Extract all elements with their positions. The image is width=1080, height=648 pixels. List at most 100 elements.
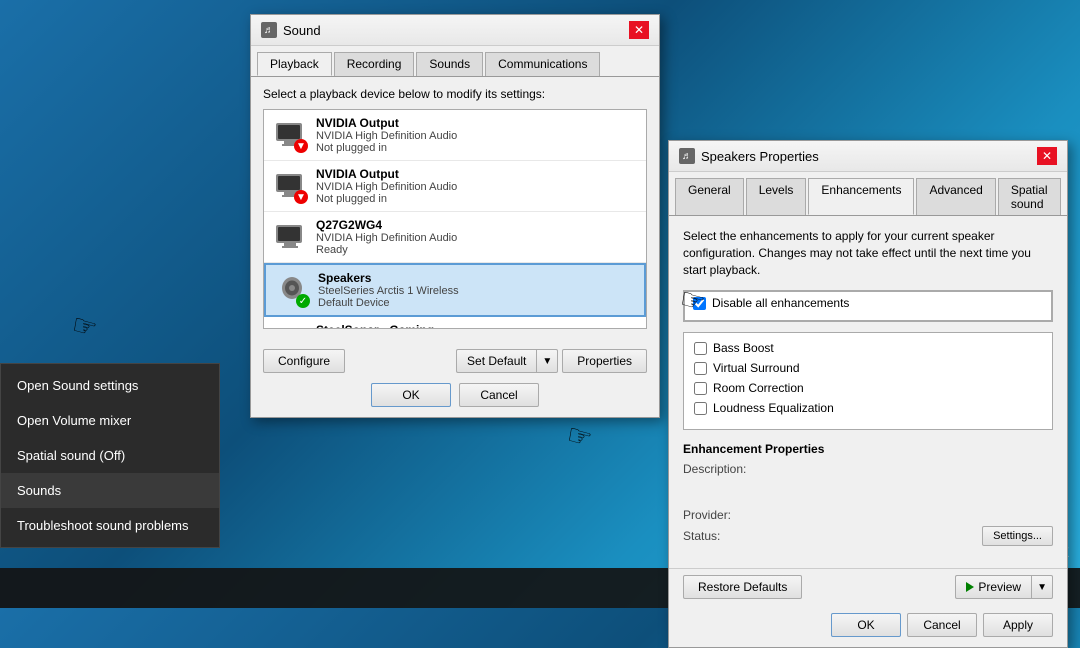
properties-button[interactable]: Properties [562, 349, 647, 373]
status-badge-1: ▼ [294, 139, 308, 153]
disable-all-label: Disable all enhancements [712, 296, 849, 310]
speakers-desc: Select the enhancements to apply for you… [683, 228, 1053, 278]
device-sub-4: SteelSeries Arctis 1 Wireless [318, 285, 636, 297]
enhancement-virtual-surround: Virtual Surround [694, 361, 1042, 375]
speakers-ok-cancel-apply: OK Cancel Apply [669, 609, 1067, 647]
sound-title-icon: ♬ [261, 22, 277, 38]
device-sub-3: NVIDIA High Definition Audio [316, 232, 638, 244]
loudness-eq-label: Loudness Equalization [713, 401, 834, 415]
speakers-ok-button[interactable]: OK [831, 613, 901, 637]
speakers-cancel-button[interactable]: Cancel [907, 613, 977, 637]
room-correction-checkbox[interactable] [694, 382, 707, 395]
speakers-dialog-title: Speakers Properties [701, 149, 819, 164]
context-menu-item-sounds[interactable]: Sounds [1, 473, 219, 508]
device-name-4: Speakers [318, 271, 636, 285]
device-icon-1: ▼ [272, 117, 308, 153]
device-status-2: Not plugged in [316, 193, 638, 205]
preview-arrow[interactable]: ▼ [1031, 575, 1053, 599]
set-default-split: Set Default ▼ [456, 349, 558, 373]
speakers-title-icon: ♬ [679, 148, 695, 164]
tab-advanced[interactable]: Advanced [916, 178, 995, 215]
device-icon-5 [272, 324, 308, 329]
settings-button[interactable]: Settings... [982, 526, 1053, 546]
device-list[interactable]: ▼ NVIDIA Output NVIDIA High Definition A… [263, 109, 647, 329]
description-value-space [683, 480, 1053, 508]
description-label: Description: [683, 462, 746, 476]
device-icon-3 [272, 219, 308, 255]
disable-all-row: Disable all enhancements [693, 296, 1043, 310]
device-sub-2: NVIDIA High Definition Audio [316, 181, 638, 193]
disable-all-checkbox[interactable] [693, 297, 706, 310]
description-row: Description: [683, 462, 1053, 476]
speakers-titlebar: ♬ Speakers Properties ✕ [669, 141, 1067, 172]
device-item-steelsonar[interactable]: SteelSonar - Gaming Steelseries Sonar Vi… [264, 317, 646, 329]
status-label: Status: [683, 529, 720, 543]
virtual-surround-label: Virtual Surround [713, 361, 800, 375]
device-name-2: NVIDIA Output [316, 167, 638, 181]
speakers-body: Select the enhancements to apply for you… [669, 216, 1067, 568]
device-name-3: Q27G2WG4 [316, 218, 638, 232]
cursor-hand-2: ☞ [563, 417, 596, 455]
context-menu-item-sound-settings[interactable]: Open Sound settings [1, 368, 219, 403]
disable-all-container: Disable all enhancements [683, 290, 1053, 322]
cursor-hand-1: ☞ [68, 307, 101, 345]
speakers-dialog-close[interactable]: ✕ [1037, 147, 1057, 165]
device-item-q27[interactable]: Q27G2WG4 NVIDIA High Definition Audio Re… [264, 212, 646, 263]
virtual-surround-checkbox[interactable] [694, 362, 707, 375]
enhancement-properties-section: Enhancement Properties Description: Prov… [683, 442, 1053, 546]
sound-dialog-body: Select a playback device below to modify… [251, 77, 659, 349]
tab-levels[interactable]: Levels [746, 178, 807, 215]
speakers-footer: Restore Defaults Preview ▼ [669, 568, 1067, 609]
sound-dialog-close[interactable]: ✕ [629, 21, 649, 39]
device-info-5: SteelSonar - Gaming Steelseries Sonar Vi… [316, 323, 638, 329]
sound-dialog-ok-cancel: OK Cancel [251, 383, 659, 417]
speakers-titlebar-left: ♬ Speakers Properties [679, 148, 819, 164]
device-sub-1: NVIDIA High Definition Audio [316, 130, 638, 142]
restore-defaults-button[interactable]: Restore Defaults [683, 575, 802, 599]
enhancement-loudness-eq: Loudness Equalization [694, 401, 1042, 415]
set-default-button[interactable]: Set Default [456, 349, 536, 373]
tab-communications[interactable]: Communications [485, 52, 600, 76]
device-status-3: Ready [316, 244, 638, 256]
sound-ok-button[interactable]: OK [371, 383, 451, 407]
play-icon [966, 582, 974, 592]
sound-dialog: ♬ Sound ✕ Playback Recording Sounds Comm… [250, 14, 660, 418]
sound-dialog-desc: Select a playback device below to modify… [263, 87, 647, 101]
set-default-arrow[interactable]: ▼ [536, 349, 558, 373]
context-menu-item-troubleshoot[interactable]: Troubleshoot sound problems [1, 508, 219, 543]
device-item-speakers[interactable]: ✓ Speakers SteelSeries Arctis 1 Wireless… [264, 263, 646, 317]
tab-playback[interactable]: Playback [257, 52, 332, 76]
context-menu: Open Sound settings Open Volume mixer Sp… [0, 363, 220, 548]
sound-dialog-tabs: Playback Recording Sounds Communications [251, 46, 659, 77]
status-badge-4: ✓ [296, 294, 310, 308]
tab-spatial-sound[interactable]: Spatial sound [998, 178, 1061, 215]
device-status-1: Not plugged in [316, 142, 638, 154]
preview-button[interactable]: Preview [955, 575, 1031, 599]
device-info-2: NVIDIA Output NVIDIA High Definition Aud… [316, 167, 638, 205]
device-item-nvidia-2[interactable]: ▼ NVIDIA Output NVIDIA High Definition A… [264, 161, 646, 212]
bass-boost-checkbox[interactable] [694, 342, 707, 355]
device-item-nvidia-1[interactable]: ▼ NVIDIA Output NVIDIA High Definition A… [264, 110, 646, 161]
tab-general[interactable]: General [675, 178, 744, 215]
provider-row: Provider: [683, 508, 1053, 522]
sound-dialog-titlebar: ♬ Sound ✕ [251, 15, 659, 46]
tab-recording[interactable]: Recording [334, 52, 415, 76]
enhancement-properties-title: Enhancement Properties [683, 442, 1053, 456]
tab-sounds[interactable]: Sounds [416, 52, 483, 76]
speakers-tabs: General Levels Enhancements Advanced Spa… [669, 172, 1067, 216]
room-correction-label: Room Correction [713, 381, 804, 395]
device-icon-2: ▼ [272, 168, 308, 204]
loudness-eq-checkbox[interactable] [694, 402, 707, 415]
speakers-apply-button[interactable]: Apply [983, 613, 1053, 637]
device-info-4: Speakers SteelSeries Arctis 1 Wireless D… [318, 271, 636, 309]
context-menu-item-volume-mixer[interactable]: Open Volume mixer [1, 403, 219, 438]
sound-dialog-footer: Configure Set Default ▼ Properties [251, 349, 659, 383]
context-menu-item-spatial-sound[interactable]: Spatial sound (Off) [1, 438, 219, 473]
titlebar-left: ♬ Sound [261, 22, 321, 38]
configure-button[interactable]: Configure [263, 349, 345, 373]
preview-split-btn: Preview ▼ [955, 575, 1053, 599]
sound-dialog-title: Sound [283, 23, 321, 38]
tab-enhancements[interactable]: Enhancements [808, 178, 914, 215]
status-row: Status: Settings... [683, 526, 1053, 546]
sound-cancel-button[interactable]: Cancel [459, 383, 539, 407]
